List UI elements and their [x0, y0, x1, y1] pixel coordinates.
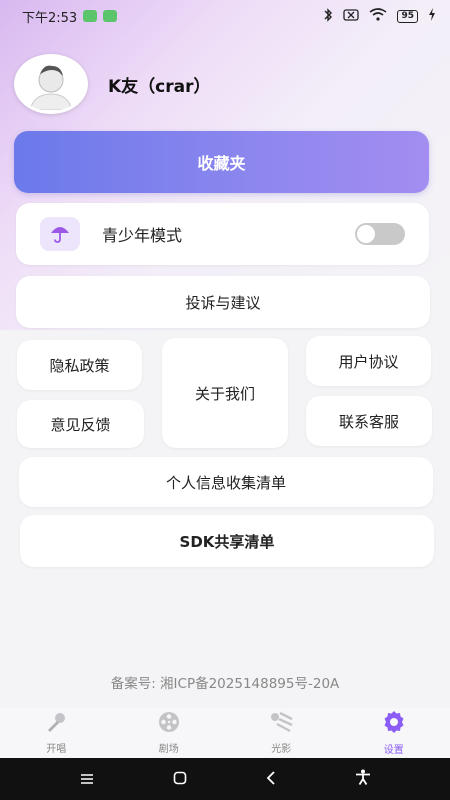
- complaint-suggestion-button[interactable]: 投诉与建议: [16, 276, 430, 328]
- personal-info-list-button[interactable]: 个人信息收集清单: [19, 457, 433, 507]
- gear-icon: [382, 710, 406, 738]
- battery-indicator: 95: [397, 9, 418, 23]
- tab-settings[interactable]: 设置: [338, 708, 450, 758]
- umbrella-icon: [40, 217, 80, 251]
- feedback-button[interactable]: 意见反馈: [17, 400, 144, 448]
- tab-sing[interactable]: 开唱: [0, 708, 113, 758]
- wifi-icon: [369, 8, 387, 24]
- film-reel-icon: [157, 711, 181, 737]
- microphone-icon: [44, 711, 68, 737]
- menu-icon[interactable]: [80, 770, 94, 789]
- favorites-button[interactable]: 收藏夹: [14, 131, 429, 193]
- tab-label: 开唱: [46, 744, 67, 755]
- light-icon: [268, 711, 294, 737]
- teen-mode-label: 青少年模式: [102, 226, 183, 245]
- system-navigation-bar: [0, 758, 450, 800]
- tab-label: 剧场: [158, 744, 179, 755]
- back-icon[interactable]: [266, 770, 276, 789]
- sdk-share-list-button[interactable]: SDK共享清单: [20, 515, 434, 567]
- teen-mode-row: 青少年模式: [16, 203, 429, 265]
- lightning-icon: [428, 8, 436, 24]
- sim-off-icon: [343, 8, 360, 24]
- privacy-policy-button[interactable]: 隐私政策: [17, 340, 142, 390]
- bluetooth-icon: [323, 7, 333, 25]
- notification-app-icon: [83, 10, 98, 22]
- toggle-knob: [357, 225, 375, 243]
- icp-record-number: 备案号: 湘ICP备2025148895号-20A: [110, 676, 340, 692]
- profile-header: K友（crar）: [14, 54, 211, 114]
- accessibility-icon[interactable]: [355, 769, 371, 789]
- user-agreement-button[interactable]: 用户协议: [306, 336, 431, 386]
- username: K友（crar）: [108, 76, 211, 97]
- home-icon[interactable]: [173, 770, 187, 789]
- contact-support-button[interactable]: 联系客服: [306, 396, 432, 446]
- tab-label: 设置: [383, 745, 404, 756]
- tab-theater[interactable]: 剧场: [113, 708, 226, 758]
- notification-app-icon: [103, 10, 118, 22]
- teen-mode-toggle[interactable]: [355, 223, 405, 245]
- status-bar: 下午2:53 95: [0, 0, 450, 32]
- status-time: 下午2:53: [22, 10, 78, 26]
- tab-label: 光影: [271, 744, 292, 755]
- bottom-tab-bar: 开唱 剧场 光影 设置: [0, 708, 450, 758]
- avatar[interactable]: [14, 54, 88, 114]
- about-us-button[interactable]: 关于我们: [162, 338, 288, 448]
- tab-light[interactable]: 光影: [225, 708, 338, 758]
